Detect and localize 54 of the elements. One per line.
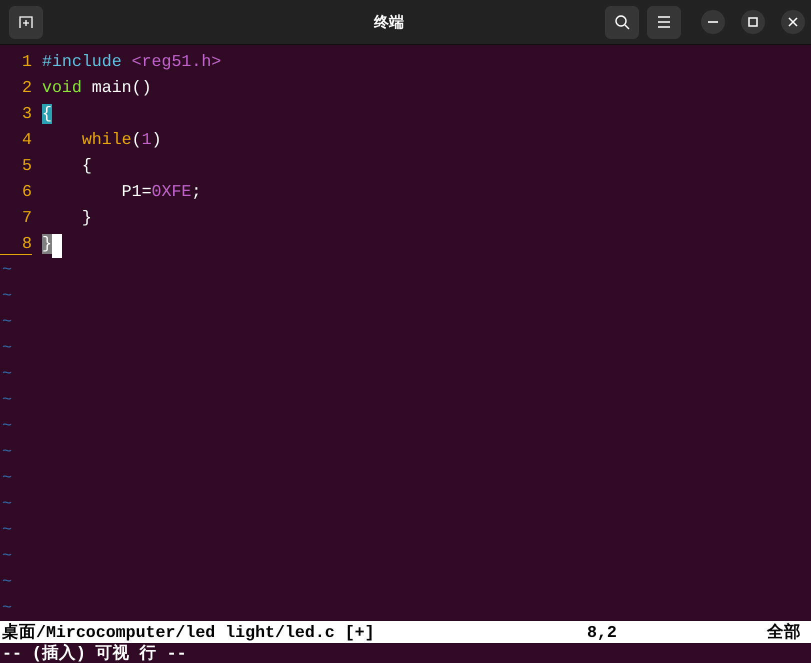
line-number: 3 <box>21 104 32 124</box>
window-title: 终端 <box>372 12 405 32</box>
empty-line-marker: ~ <box>2 364 12 383</box>
close-icon <box>788 17 798 27</box>
empty-line-marker: ~ <box>2 468 12 487</box>
search-button[interactable] <box>605 6 639 38</box>
code-text: ( <box>132 130 142 150</box>
minimize-icon <box>708 21 718 23</box>
selected-code-text: } <box>42 234 52 254</box>
maximize-icon <box>748 17 758 27</box>
empty-line-marker: ~ <box>2 390 12 409</box>
empty-line-marker: ~ <box>2 338 12 357</box>
scroll-position: 全部 <box>767 622 801 643</box>
line-number: 4 <box>21 130 32 150</box>
minimize-button[interactable] <box>701 10 725 34</box>
code-text: ; <box>191 182 202 202</box>
file-path: 桌面/Mircocomputer/led light/led.c [+] <box>2 622 376 643</box>
empty-line-marker: ~ <box>2 494 12 513</box>
code-text: } <box>80 208 92 228</box>
matched-bracket: { <box>42 104 52 124</box>
cursor-position: 8,2 <box>587 622 618 642</box>
line-number: 6 <box>21 182 32 202</box>
empty-line-marker: ~ <box>2 520 12 539</box>
empty-line-marker: ~ <box>2 572 12 591</box>
code-text: <reg51.h> <box>132 52 222 72</box>
code-text: while <box>80 130 132 150</box>
line-number: 7 <box>21 208 32 228</box>
empty-line-marker: ~ <box>2 312 12 331</box>
search-icon <box>614 14 630 30</box>
code-text: 0XFE <box>152 182 192 202</box>
menu-icon <box>657 16 671 28</box>
menu-button[interactable] <box>647 6 681 38</box>
new-tab-button[interactable] <box>9 6 43 38</box>
line-number: 1 <box>21 52 32 72</box>
code-text: void <box>42 78 82 98</box>
maximize-button[interactable] <box>741 10 765 34</box>
empty-line-marker: ~ <box>2 416 12 435</box>
empty-line-marker: ~ <box>2 286 12 305</box>
new-tab-icon <box>18 14 34 30</box>
line-number: 2 <box>21 78 32 98</box>
code-text: { <box>80 156 92 176</box>
empty-line-marker: ~ <box>2 260 12 279</box>
code-text: ) <box>152 130 162 150</box>
close-button[interactable] <box>781 10 805 34</box>
empty-line-marker: ~ <box>2 598 12 617</box>
empty-line-marker: ~ <box>2 442 12 461</box>
code-text: #include <box>42 52 123 72</box>
code-text: P1= <box>120 182 152 202</box>
line-number: 8 <box>0 234 32 254</box>
code-text: main() <box>90 78 152 98</box>
code-text: 1 <box>142 130 152 150</box>
empty-line-marker: ~ <box>2 546 12 565</box>
line-number: 5 <box>21 156 32 176</box>
mode-indicator: -- (插入) 可视 行 -- <box>2 644 187 663</box>
